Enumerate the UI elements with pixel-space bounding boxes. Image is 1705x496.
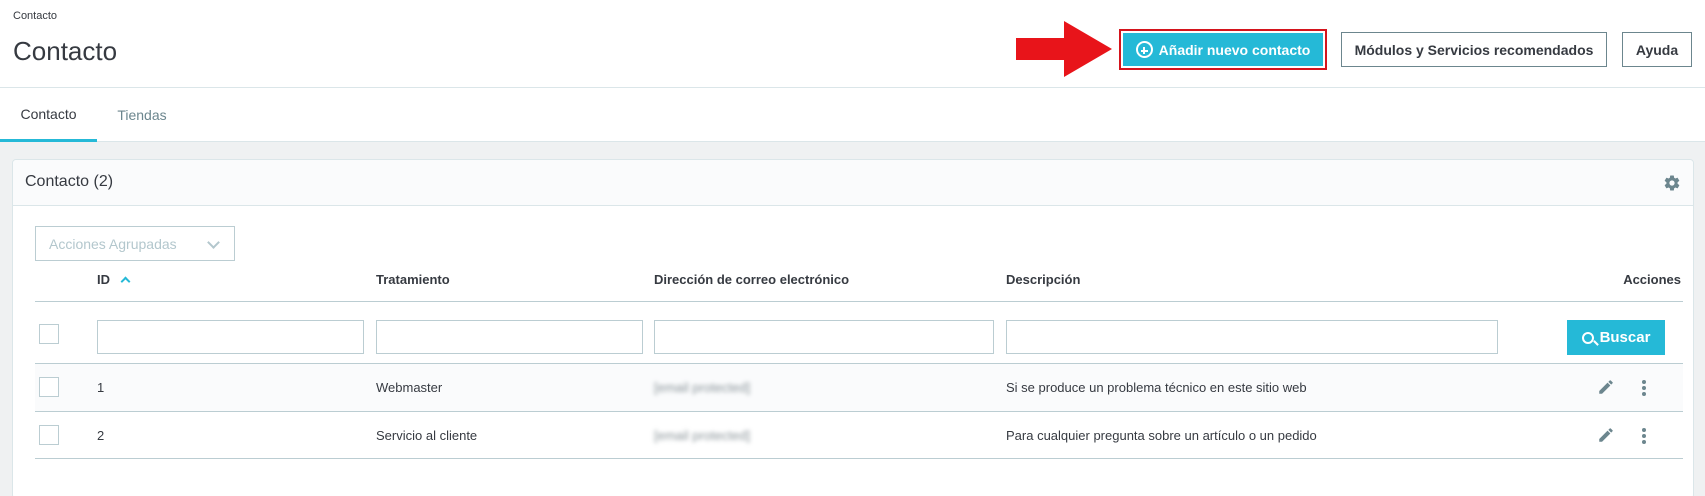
tab-contacto[interactable]: Contacto <box>0 88 97 142</box>
bulk-actions-label: Acciones Agrupadas <box>49 235 177 252</box>
column-header-description: Descripción <box>1006 272 1081 287</box>
plus-circle-icon <box>1135 41 1153 58</box>
column-header-id[interactable]: ID <box>97 272 131 287</box>
more-actions-icon[interactable] <box>1641 427 1647 445</box>
filter-title-input[interactable] <box>376 320 643 354</box>
cell-email: [email protected] <box>654 380 751 395</box>
bulk-actions-dropdown[interactable]: Acciones Agrupadas <box>35 226 235 261</box>
cell-title: Servicio al cliente <box>376 428 478 443</box>
gear-icon[interactable] <box>1663 174 1681 192</box>
more-actions-icon[interactable] <box>1641 379 1647 397</box>
add-button-highlight: Añadir nuevo contacto <box>1119 29 1327 70</box>
column-header-email: Dirección de correo electrónico <box>654 272 850 287</box>
search-button[interactable]: Buscar <box>1567 320 1665 355</box>
edit-pencil-icon[interactable] <box>1597 426 1615 444</box>
row-checkbox[interactable] <box>39 425 59 445</box>
select-all-checkbox[interactable] <box>39 324 59 344</box>
page-title: Contacto <box>13 36 118 66</box>
table-row[interactable] <box>35 364 1683 411</box>
cell-title: Webmaster <box>376 380 443 395</box>
cell-description: Si se produce un problema técnico en est… <box>1006 380 1307 395</box>
column-header-actions: Acciones <box>1623 272 1681 287</box>
cell-email: [email protected] <box>654 428 751 443</box>
tab-tiendas[interactable]: Tiendas <box>97 88 187 142</box>
card-header: Contacto (2) <box>13 160 1693 206</box>
row-divider <box>35 411 1683 412</box>
cell-description: Para cualquier pregunta sobre un artícul… <box>1006 428 1317 443</box>
page-header: Contacto Contacto Añadir nuevo contacto … <box>0 0 1705 88</box>
cell-id: 2 <box>97 428 105 443</box>
sort-asc-icon[interactable] <box>120 276 131 287</box>
edit-pencil-icon[interactable] <box>1597 378 1615 396</box>
card-title: Contacto (2) <box>25 173 114 190</box>
filter-email-input[interactable] <box>654 320 994 354</box>
tab-bar: Contacto Tiendas <box>0 88 1705 142</box>
add-contact-button[interactable]: Añadir nuevo contacto <box>1123 33 1323 66</box>
row-checkbox[interactable] <box>39 377 59 397</box>
header-divider <box>35 301 1683 302</box>
add-contact-label: Añadir nuevo contacto <box>1158 41 1311 58</box>
column-header-title: Tratamiento <box>376 272 450 287</box>
breadcrumb[interactable]: Contacto <box>13 10 57 22</box>
contacts-card: Contacto (2) Acciones Agrupadas ID Trata… <box>12 159 1694 496</box>
filter-description-input[interactable] <box>1006 320 1498 354</box>
help-button[interactable]: Ayuda <box>1622 32 1692 67</box>
red-arrow-icon <box>1016 21 1112 77</box>
recommended-modules-button[interactable]: Módulos y Servicios recomendados <box>1341 32 1607 67</box>
search-icon <box>1581 331 1594 344</box>
chevron-down-icon <box>207 236 220 249</box>
filter-id-input[interactable] <box>97 320 364 354</box>
cell-id: 1 <box>97 380 105 395</box>
table-bottom-divider <box>35 458 1683 459</box>
